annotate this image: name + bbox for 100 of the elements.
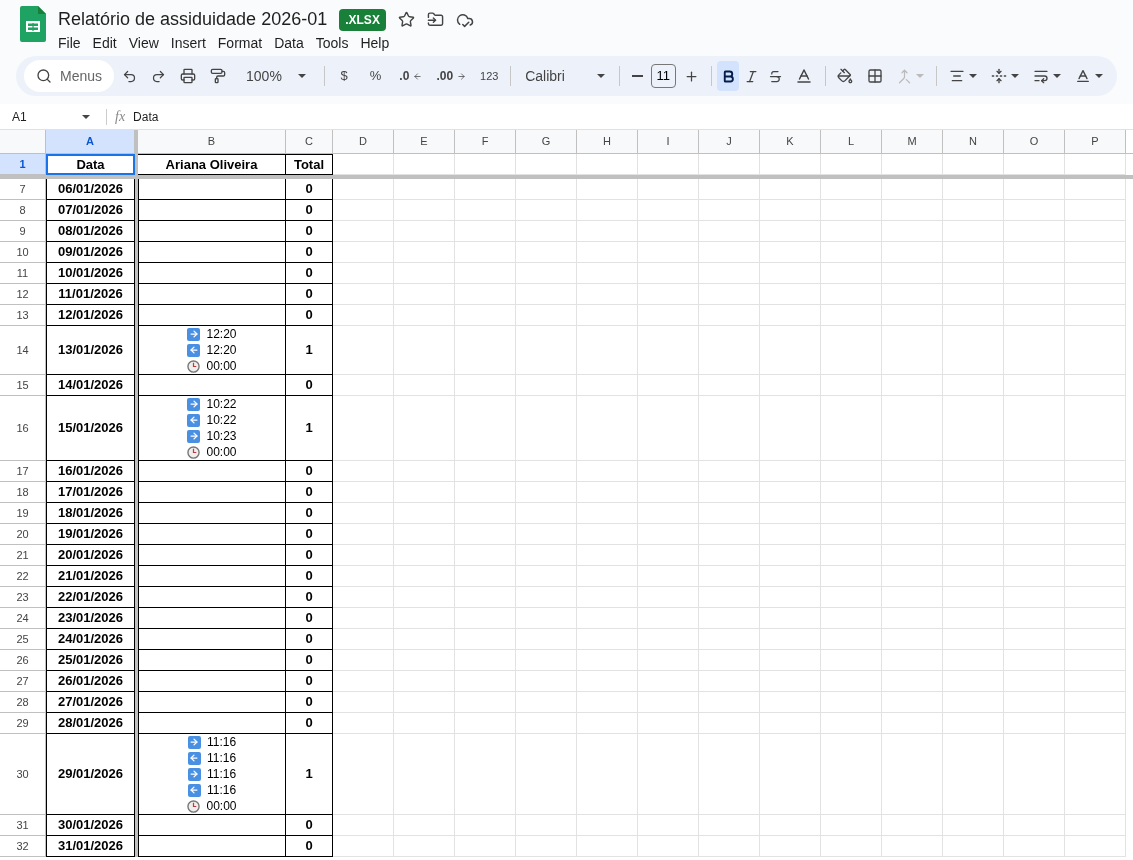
- attendance-cell[interactable]: [138, 284, 286, 305]
- empty-cell[interactable]: [516, 734, 577, 815]
- empty-cell[interactable]: [516, 587, 577, 608]
- row-header[interactable]: 20: [0, 524, 46, 545]
- empty-cell[interactable]: [516, 263, 577, 284]
- empty-cell[interactable]: [455, 503, 516, 524]
- empty-cell[interactable]: [1065, 815, 1126, 836]
- empty-cell[interactable]: [333, 692, 394, 713]
- column-header[interactable]: A: [46, 130, 135, 153]
- empty-cell[interactable]: [455, 713, 516, 734]
- empty-cell[interactable]: [516, 815, 577, 836]
- empty-cell[interactable]: [333, 836, 394, 857]
- empty-cell[interactable]: [1004, 221, 1065, 242]
- empty-cell[interactable]: [455, 461, 516, 482]
- count-cell[interactable]: 0: [286, 587, 333, 608]
- row-header[interactable]: 24: [0, 608, 46, 629]
- empty-cell[interactable]: [1065, 482, 1126, 503]
- empty-cell[interactable]: [760, 263, 821, 284]
- empty-cell[interactable]: [699, 815, 760, 836]
- font-size-field[interactable]: 11: [650, 64, 676, 88]
- empty-cell[interactable]: [516, 671, 577, 692]
- attendance-cell[interactable]: [138, 713, 286, 734]
- empty-cell[interactable]: [333, 284, 394, 305]
- empty-cell[interactable]: [638, 629, 699, 650]
- empty-cell[interactable]: [821, 650, 882, 671]
- empty-cell[interactable]: [394, 815, 455, 836]
- empty-cell[interactable]: [760, 608, 821, 629]
- row-header[interactable]: 28: [0, 692, 46, 713]
- empty-cell[interactable]: [821, 587, 882, 608]
- empty-cell[interactable]: [516, 482, 577, 503]
- menu-item[interactable]: View: [122, 33, 165, 54]
- empty-cell[interactable]: [699, 545, 760, 566]
- attendance-cell[interactable]: 10:22 10:22 10:23 00:00: [138, 396, 286, 461]
- empty-cell[interactable]: [333, 221, 394, 242]
- column-header[interactable]: N: [943, 130, 1004, 153]
- attendance-cell[interactable]: [138, 482, 286, 503]
- empty-cell[interactable]: [821, 179, 882, 200]
- empty-cell[interactable]: [455, 608, 516, 629]
- empty-cell[interactable]: [333, 587, 394, 608]
- empty-cell[interactable]: [821, 545, 882, 566]
- currency-button[interactable]: $: [330, 62, 358, 90]
- empty-cell[interactable]: [394, 713, 455, 734]
- empty-cell[interactable]: [455, 200, 516, 221]
- empty-cell[interactable]: [577, 263, 638, 284]
- attendance-cell[interactable]: [138, 200, 286, 221]
- empty-cell[interactable]: [394, 734, 455, 815]
- empty-cell[interactable]: [699, 305, 760, 326]
- empty-cell[interactable]: [699, 524, 760, 545]
- column-header[interactable]: E: [394, 130, 455, 153]
- empty-cell[interactable]: [882, 671, 943, 692]
- row-header[interactable]: 32: [0, 836, 46, 857]
- empty-cell[interactable]: [760, 524, 821, 545]
- empty-cell[interactable]: [943, 326, 1004, 375]
- empty-cell[interactable]: [821, 221, 882, 242]
- empty-cell[interactable]: [333, 179, 394, 200]
- empty-cell[interactable]: [943, 629, 1004, 650]
- empty-cell[interactable]: [394, 608, 455, 629]
- empty-cell[interactable]: [699, 587, 760, 608]
- empty-cell[interactable]: [760, 326, 821, 375]
- empty-cell[interactable]: [638, 503, 699, 524]
- attendance-cell[interactable]: [138, 650, 286, 671]
- empty-cell[interactable]: [1004, 545, 1065, 566]
- empty-cell[interactable]: [943, 284, 1004, 305]
- select-all-corner[interactable]: [0, 130, 46, 153]
- menu-search-field[interactable]: Menus: [24, 60, 115, 92]
- row-header[interactable]: 31: [0, 815, 46, 836]
- empty-cell[interactable]: [455, 671, 516, 692]
- empty-cell[interactable]: [455, 326, 516, 375]
- empty-cell[interactable]: [821, 836, 882, 857]
- empty-cell[interactable]: [394, 650, 455, 671]
- empty-cell[interactable]: [943, 692, 1004, 713]
- empty-cell[interactable]: [1004, 587, 1065, 608]
- empty-cell[interactable]: [882, 587, 943, 608]
- empty-cell[interactable]: [882, 461, 943, 482]
- attendance-cell[interactable]: [138, 566, 286, 587]
- menu-item[interactable]: Format: [211, 33, 269, 54]
- empty-cell[interactable]: [821, 326, 882, 375]
- empty-cell[interactable]: [1065, 263, 1126, 284]
- count-cell[interactable]: 1: [286, 396, 333, 461]
- count-cell[interactable]: 0: [286, 566, 333, 587]
- count-cell[interactable]: 0: [286, 179, 333, 200]
- empty-cell[interactable]: [821, 503, 882, 524]
- attendance-cell[interactable]: [138, 179, 286, 200]
- empty-cell[interactable]: [1004, 815, 1065, 836]
- empty-cell[interactable]: [1004, 263, 1065, 284]
- empty-cell[interactable]: [638, 396, 699, 461]
- attendance-cell[interactable]: [138, 608, 286, 629]
- empty-cell[interactable]: [699, 482, 760, 503]
- attendance-cell[interactable]: [138, 836, 286, 857]
- empty-cell[interactable]: [760, 650, 821, 671]
- empty-cell[interactable]: [1065, 200, 1126, 221]
- empty-cell[interactable]: [882, 221, 943, 242]
- count-cell[interactable]: 0: [286, 263, 333, 284]
- empty-cell[interactable]: [455, 566, 516, 587]
- empty-cell[interactable]: [1004, 671, 1065, 692]
- menu-item[interactable]: File: [52, 33, 87, 54]
- empty-cell[interactable]: [1004, 396, 1065, 461]
- count-cell[interactable]: 1: [286, 326, 333, 375]
- empty-cell[interactable]: [882, 396, 943, 461]
- empty-cell[interactable]: [760, 242, 821, 263]
